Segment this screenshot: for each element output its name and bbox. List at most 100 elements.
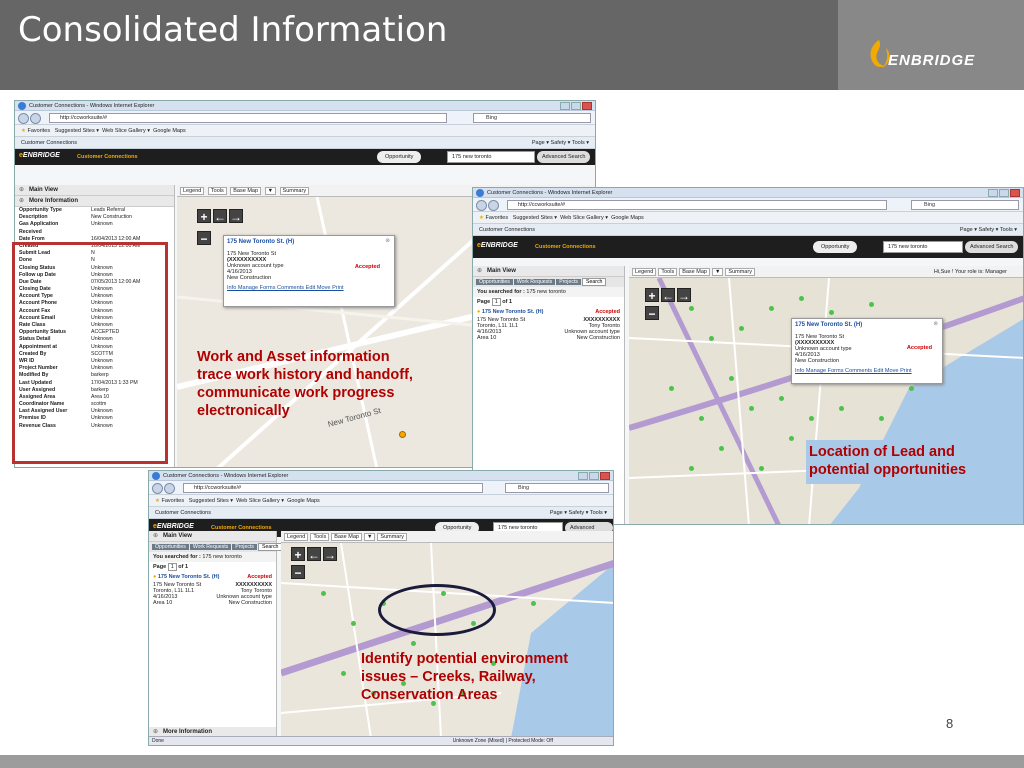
basemap-button[interactable]: Base Map <box>679 268 710 276</box>
zoom-in-button[interactable]: + <box>291 547 305 562</box>
fav-link-webslice[interactable]: Web Slice Gallery ▾ <box>560 215 608 221</box>
popup-close-icon[interactable]: ⊗ <box>385 238 390 244</box>
pan-right-button[interactable]: → <box>323 547 337 562</box>
opportunity-marker[interactable] <box>869 302 874 307</box>
favorites-button[interactable]: Favorites <box>161 498 184 504</box>
command-bar[interactable]: Page ▾ Safety ▾ Tools ▾ <box>960 224 1017 236</box>
tab-projects[interactable]: Projects <box>556 279 581 285</box>
more-information-header[interactable]: More Information <box>15 196 174 207</box>
fav-link-googlemaps[interactable]: Google Maps <box>153 128 186 134</box>
favorites-button[interactable]: Favorites <box>485 215 508 221</box>
summary-button[interactable]: Summary <box>377 533 407 541</box>
forward-icon[interactable] <box>488 200 499 211</box>
minimize-button[interactable] <box>988 189 998 197</box>
zoom-out-button[interactable]: − <box>645 306 659 321</box>
bing-search-input[interactable]: Bing <box>505 483 609 493</box>
back-icon[interactable] <box>152 483 163 494</box>
summary-button[interactable]: Summary <box>279 187 310 195</box>
result-item[interactable]: Accepted ● 175 New Toronto St. (H) 175 N… <box>149 572 276 608</box>
fav-link-googlemaps[interactable]: Google Maps <box>611 215 644 221</box>
tools-button[interactable]: Tools <box>207 187 227 195</box>
bing-search-input[interactable]: Bing <box>473 113 591 123</box>
search-type-select[interactable]: Opportunity <box>377 151 422 163</box>
fav-link-suggested[interactable]: Suggested Sites ▾ <box>513 215 557 221</box>
pan-left-button[interactable]: ← <box>307 547 321 562</box>
opportunity-marker[interactable] <box>531 601 536 606</box>
advanced-search-button[interactable]: Advanced Search <box>537 151 591 163</box>
popup-close-icon[interactable]: ⊗ <box>933 321 938 327</box>
opportunity-marker[interactable] <box>789 436 794 441</box>
forward-icon[interactable] <box>164 483 175 494</box>
opportunity-marker[interactable] <box>411 641 416 646</box>
close-button[interactable] <box>582 102 592 110</box>
opportunity-marker[interactable] <box>729 376 734 381</box>
opportunity-marker[interactable] <box>809 416 814 421</box>
legend-button[interactable]: Legend <box>180 187 205 195</box>
lead-marker[interactable] <box>399 431 406 438</box>
maximize-button[interactable] <box>571 102 581 110</box>
opportunity-marker[interactable] <box>839 406 844 411</box>
search-input[interactable]: 175 new toronto <box>883 241 963 253</box>
popup-title[interactable]: 175 New Toronto St. (H) <box>795 322 939 328</box>
fav-link-suggested[interactable]: Suggested Sites ▾ <box>189 498 233 504</box>
pan-left-button[interactable]: ← <box>661 288 675 303</box>
close-button[interactable] <box>600 472 610 480</box>
close-button[interactable] <box>1010 189 1020 197</box>
opportunity-marker[interactable] <box>879 416 884 421</box>
back-icon[interactable] <box>476 200 487 211</box>
tab-search[interactable]: Search <box>257 543 283 551</box>
main-view-header[interactable]: Main View <box>15 185 174 196</box>
popup-links[interactable]: Info Manage Forms Comments Edit Move Pri… <box>795 368 939 374</box>
tab-opportunities[interactable]: Opportunities <box>476 279 513 285</box>
main-view-header[interactable]: Main View <box>149 531 276 542</box>
command-bar[interactable]: Page ▾ Safety ▾ Tools ▾ <box>532 137 589 149</box>
dropdown-button[interactable]: ▼ <box>363 533 376 541</box>
legend-button[interactable]: Legend <box>284 533 309 541</box>
fav-link-suggested[interactable]: Suggested Sites ▾ <box>55 128 99 134</box>
dropdown-button[interactable]: ▼ <box>711 268 724 276</box>
opportunity-marker[interactable] <box>689 466 694 471</box>
fav-link-webslice[interactable]: Web Slice Gallery ▾ <box>236 498 284 504</box>
browser-tab[interactable]: Customer Connections <box>479 227 535 233</box>
opportunity-marker[interactable] <box>799 296 804 301</box>
fav-link-webslice[interactable]: Web Slice Gallery ▾ <box>102 128 150 134</box>
opportunity-marker[interactable] <box>341 671 346 676</box>
basemap-button[interactable]: Base Map <box>331 533 362 541</box>
popup-links[interactable]: Info Manage Forms Comments Edit Move Pri… <box>227 285 391 291</box>
favorites-button[interactable]: Favorites <box>27 128 50 134</box>
opportunity-marker[interactable] <box>669 386 674 391</box>
zoom-in-button[interactable]: + <box>645 288 659 303</box>
pan-right-button[interactable]: → <box>229 209 243 224</box>
main-view-header[interactable]: Main View <box>473 266 624 277</box>
browser-tab[interactable]: Customer Connections <box>155 510 211 516</box>
bing-search-input[interactable]: Bing <box>911 200 1019 210</box>
url-input[interactable]: http://ccworksuite/# <box>49 113 447 123</box>
command-bar[interactable]: Page ▾ Safety ▾ Tools ▾ <box>550 507 607 519</box>
summary-button[interactable]: Summary <box>725 268 755 276</box>
search-input[interactable]: 175 new toronto <box>447 151 535 163</box>
pan-left-button[interactable]: ← <box>213 209 227 224</box>
url-input[interactable]: http://ccworksuite/# <box>183 483 483 493</box>
tools-button[interactable]: Tools <box>310 533 330 541</box>
page-input[interactable]: 1 <box>491 298 501 306</box>
result-item[interactable]: Accepted ● 175 New Toronto St. (H) 175 N… <box>473 307 624 343</box>
basemap-button[interactable]: Base Map <box>230 187 262 195</box>
legend-button[interactable]: Legend <box>632 268 657 276</box>
forward-icon[interactable] <box>30 113 41 124</box>
fav-link-googlemaps[interactable]: Google Maps <box>287 498 320 504</box>
opportunity-marker[interactable] <box>709 336 714 341</box>
opportunity-marker[interactable] <box>909 386 914 391</box>
popup-title[interactable]: 175 New Toronto St. (H) <box>227 239 391 245</box>
opportunity-marker[interactable] <box>769 306 774 311</box>
page-input[interactable]: 1 <box>167 563 177 571</box>
opportunity-marker[interactable] <box>719 446 724 451</box>
pan-right-button[interactable]: → <box>677 288 691 303</box>
minimize-button[interactable] <box>560 102 570 110</box>
search-type-select[interactable]: Opportunity <box>813 241 858 253</box>
opportunity-marker[interactable] <box>759 466 764 471</box>
back-icon[interactable] <box>18 113 29 124</box>
opportunity-marker[interactable] <box>321 591 326 596</box>
url-input[interactable]: http://ccworksuite/# <box>507 200 887 210</box>
minimize-button[interactable] <box>578 472 588 480</box>
map-view[interactable]: Legend Tools Base Map ▼ Summary Hi,Sue ! You… <box>629 266 1023 524</box>
